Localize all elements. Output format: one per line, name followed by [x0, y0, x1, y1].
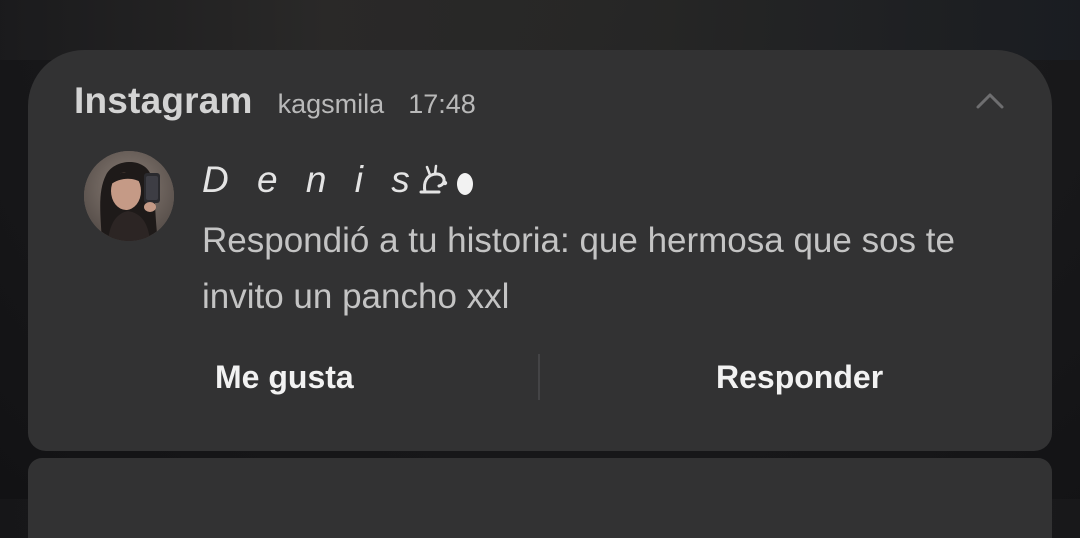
notification-actions: Me gusta Responder: [28, 348, 1052, 406]
collapse-button[interactable]: [975, 88, 1005, 112]
like-button[interactable]: Me gusta: [215, 348, 354, 406]
message-text: Respondió a tu historia: que hermosa que…: [202, 221, 955, 316]
profile-photo: [84, 151, 174, 241]
chevron-up-icon: [976, 93, 1004, 109]
action-divider: [538, 354, 540, 400]
sender-name: D e n i s: [202, 159, 419, 200]
notification-card[interactable]: Instagram kagsmila 17:48 D e n i s Respo…: [28, 50, 1052, 451]
avatar: [84, 151, 174, 241]
next-notification-card[interactable]: [28, 458, 1052, 538]
snail-emoji-icon: [419, 164, 473, 195]
notification-header: Instagram kagsmila 17:48: [74, 80, 476, 122]
sender: D e n i s: [202, 158, 477, 202]
account-name: kagsmila: [277, 89, 385, 119]
notification-time: 17:48: [408, 89, 476, 119]
reply-button[interactable]: Responder: [716, 348, 883, 406]
app-name: Instagram: [74, 80, 253, 121]
